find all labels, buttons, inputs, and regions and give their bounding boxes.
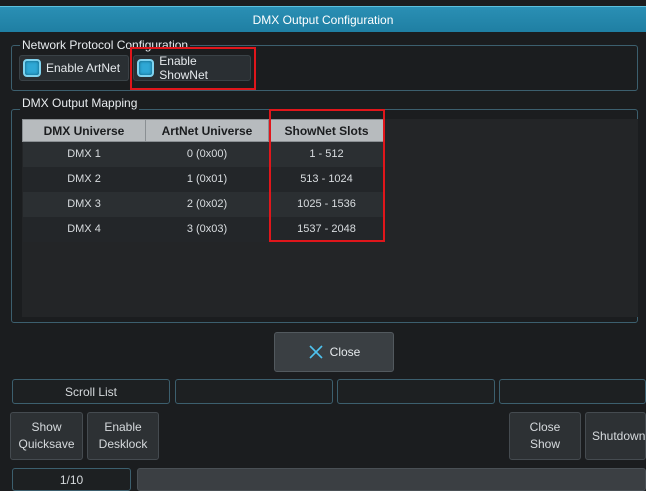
dmx-mapping-label: DMX Output Mapping — [20, 96, 140, 110]
enable-desklock-label: Enable Desklock — [98, 420, 148, 451]
table-row[interactable]: DMX 3 2 (0x02) 1025 - 1536 — [22, 191, 385, 217]
softkey-box-2[interactable] — [175, 379, 333, 404]
dmx-mapping-table: DMX Universe ArtNet Universe ShowNet Slo… — [22, 119, 385, 242]
show-quicksave-button[interactable]: Show Quicksave — [10, 412, 83, 460]
artnet-universe-cell: 2 (0x02) — [145, 191, 269, 217]
network-protocol-label: Network Protocol Configuration — [20, 38, 191, 52]
shownet-slots-cell: 1025 - 1536 — [268, 191, 385, 217]
dmx-universe-cell: DMX 2 — [22, 166, 146, 192]
table-row[interactable]: DMX 2 1 (0x01) 513 - 1024 — [22, 166, 385, 192]
softkey-box-3[interactable] — [337, 379, 495, 404]
softkey-box-4[interactable] — [499, 379, 646, 404]
show-quicksave-label: Show Quicksave — [18, 420, 75, 451]
dmx-universe-cell: DMX 3 — [22, 191, 146, 217]
shownet-toggle-icon — [137, 59, 155, 77]
enable-artnet-checkbox[interactable]: Enable ArtNet — [19, 55, 129, 81]
close-show-button[interactable]: Close Show — [509, 412, 581, 460]
scroll-list-label: Scroll List — [64, 384, 117, 399]
enable-artnet-label: Enable ArtNet — [46, 61, 121, 75]
column-shownet-slots[interactable]: ShowNet Slots — [268, 119, 385, 142]
window-title: DMX Output Configuration — [0, 6, 646, 32]
page-indicator-label: 1/10 — [59, 472, 84, 487]
artnet-universe-cell: 0 (0x00) — [145, 141, 269, 167]
shutdown-label: Shutdown — [592, 428, 646, 443]
dmx-universe-cell: DMX 4 — [22, 216, 146, 242]
artnet-universe-cell: 3 (0x03) — [145, 216, 269, 242]
close-button[interactable]: Close — [274, 332, 394, 372]
shownet-slots-cell: 1 - 512 — [268, 141, 385, 167]
artnet-universe-cell: 1 (0x01) — [145, 166, 269, 192]
dmx-universe-cell: DMX 1 — [22, 141, 146, 167]
close-show-label: Close Show — [529, 420, 561, 451]
artnet-toggle-icon — [23, 59, 41, 77]
enable-desklock-button[interactable]: Enable Desklock — [87, 412, 159, 460]
enable-shownet-checkbox[interactable]: Enable ShowNet — [133, 54, 251, 82]
shutdown-button[interactable]: Shutdown — [585, 412, 646, 460]
column-artnet-universe[interactable]: ArtNet Universe — [145, 119, 269, 142]
table-row[interactable]: DMX 4 3 (0x03) 1537 - 2048 — [22, 216, 385, 242]
close-icon — [309, 345, 323, 359]
shownet-slots-cell: 1537 - 2048 — [268, 216, 385, 242]
scroll-list-box[interactable]: Scroll List — [12, 379, 170, 404]
column-dmx-universe[interactable]: DMX Universe — [22, 119, 146, 142]
enable-shownet-label: Enable ShowNet — [159, 54, 208, 82]
table-row[interactable]: DMX 1 0 (0x00) 1 - 512 — [22, 141, 385, 167]
close-label: Close — [329, 345, 361, 359]
page-indicator[interactable]: 1/10 — [12, 468, 131, 491]
command-line-bar[interactable] — [137, 468, 646, 491]
shownet-slots-cell: 513 - 1024 — [268, 166, 385, 192]
